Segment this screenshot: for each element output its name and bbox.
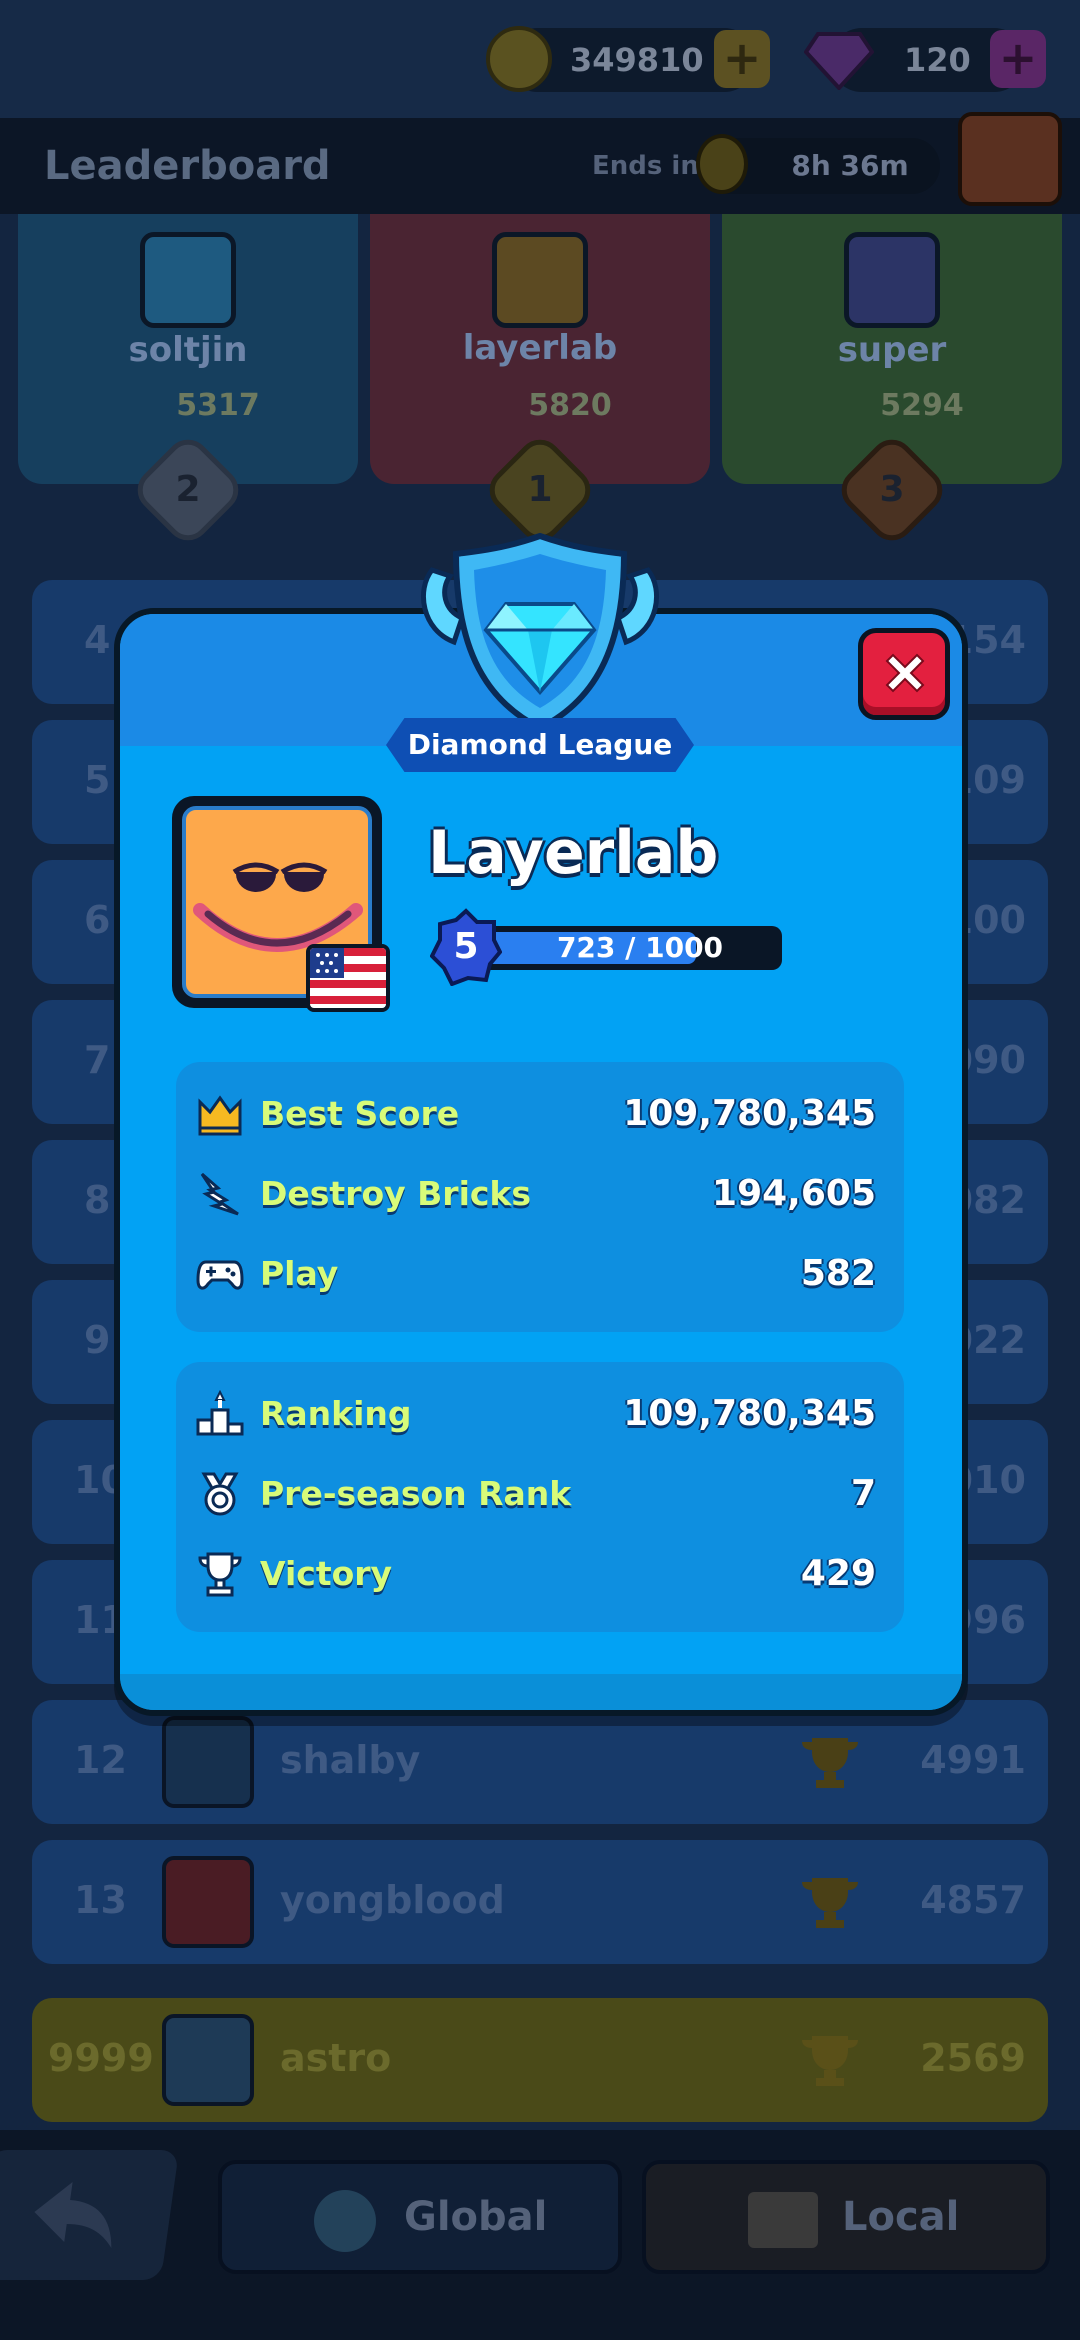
row-name: shalby xyxy=(280,1738,421,1782)
gem-icon xyxy=(803,30,875,91)
gem-amount: 120 xyxy=(904,41,971,79)
ends-in-label: Ends in xyxy=(592,151,699,181)
row-rank: 6 xyxy=(84,898,111,942)
player-level: 5 xyxy=(453,926,479,967)
close-button[interactable] xyxy=(858,628,950,720)
season-timer: 8h 36m xyxy=(791,149,909,182)
self-row[interactable]: 9999 astro 2569 xyxy=(32,1998,1048,2122)
gamepad-icon xyxy=(196,1260,244,1290)
coin-icon xyxy=(486,26,552,92)
stat-value: 7 xyxy=(850,1473,876,1514)
row-name: yongblood xyxy=(280,1878,505,1922)
stat-value: 194,605 xyxy=(712,1173,876,1214)
reward-chest-icon[interactable] xyxy=(958,112,1062,206)
trophy-icon xyxy=(802,1878,858,1928)
tab-label: Global xyxy=(404,2194,548,2240)
podium-icon xyxy=(196,1390,244,1436)
brick-break-icon xyxy=(200,1172,239,1216)
stat-label: Destroy Bricks xyxy=(260,1174,532,1213)
row-rank: 9 xyxy=(84,1318,111,1362)
back-arrow-icon xyxy=(34,2182,112,2248)
podium-score: 5294 xyxy=(880,388,964,423)
avatar xyxy=(162,2014,254,2106)
tab-local[interactable]: Local xyxy=(642,2160,1050,2274)
back-button[interactable] xyxy=(0,2150,180,2280)
stat-value: 582 xyxy=(800,1253,876,1294)
stat-label: Best Score xyxy=(260,1094,460,1133)
avatar xyxy=(140,232,236,328)
podium-name: layerlab xyxy=(462,328,618,368)
stat-row-pre-season-rank: Pre-season Rank 7 xyxy=(196,1464,876,1524)
avatar xyxy=(844,232,940,328)
row-rank: 9999 xyxy=(48,2036,154,2080)
stat-value: 109,780,345 xyxy=(623,1093,876,1134)
row-score: 4991 xyxy=(920,1738,1026,1782)
stat-row-destroy-bricks: Destroy Bricks 194,605 xyxy=(196,1164,876,1224)
row-rank: 5 xyxy=(84,758,111,802)
medal-icon xyxy=(201,1472,239,1516)
crown-icon xyxy=(198,1095,242,1136)
stopwatch-icon xyxy=(696,134,748,194)
stat-label: Play xyxy=(260,1254,339,1293)
avatar xyxy=(162,1716,254,1808)
row-score: 2569 xyxy=(920,2036,1026,2080)
row-rank: 8 xyxy=(84,1178,111,1222)
xp-text: 723 / 1000 xyxy=(556,931,724,964)
podium-icon xyxy=(748,2192,818,2248)
podium-score: 5317 xyxy=(176,388,260,423)
stat-value: 429 xyxy=(800,1553,876,1594)
player-name: Layerlab xyxy=(428,818,719,888)
diamond-league-emblem-icon xyxy=(410,530,670,740)
podium-name: super xyxy=(837,330,947,370)
rank-number: 2 xyxy=(175,469,201,510)
tab-label: Local xyxy=(842,2194,960,2240)
stat-label: Victory xyxy=(260,1554,393,1593)
table-row[interactable]: 12 shalby 4991 xyxy=(32,1700,1048,1824)
podium-score: 5820 xyxy=(528,388,612,423)
row-score: 4857 xyxy=(920,1878,1026,1922)
stat-row-ranking: Ranking 109,780,345 xyxy=(196,1384,876,1444)
row-rank: 13 xyxy=(74,1878,127,1922)
stat-row-play: Play 582 xyxy=(196,1244,876,1304)
us-flag-icon xyxy=(306,944,390,1012)
rank-number: 1 xyxy=(527,469,553,510)
avatar xyxy=(162,1856,254,1948)
close-icon xyxy=(885,653,925,693)
table-row[interactable]: 13 yongblood 4857 xyxy=(32,1840,1048,1964)
stat-label: Pre-season Rank xyxy=(260,1474,572,1513)
stat-row-victory: Victory 429 xyxy=(196,1544,876,1604)
row-rank: 12 xyxy=(74,1738,127,1782)
stat-label: Ranking xyxy=(260,1394,412,1433)
row-rank: 4 xyxy=(84,618,111,662)
rank-number: 3 xyxy=(879,469,905,510)
league-name: Diamond League xyxy=(407,728,673,761)
podium-name: soltjin xyxy=(128,330,248,370)
globe-icon xyxy=(314,2190,376,2252)
stat-value: 109,780,345 xyxy=(623,1393,876,1434)
tab-global[interactable]: Global xyxy=(218,2160,622,2274)
modal-bottom-edge xyxy=(120,1674,962,1710)
coin-amount: 349810 xyxy=(570,41,704,79)
add-coins-button[interactable]: + xyxy=(714,30,770,88)
stat-row-best-score: Best Score 109,780,345 xyxy=(196,1084,876,1144)
page-title: Leaderboard xyxy=(44,143,331,189)
avatar xyxy=(492,232,588,328)
add-gems-button[interactable]: + xyxy=(990,30,1046,88)
row-name: astro xyxy=(280,2036,392,2080)
row-rank: 7 xyxy=(84,1038,111,1082)
trophy-icon xyxy=(802,2036,858,2086)
trophy-icon xyxy=(198,1552,242,1597)
trophy-icon xyxy=(802,1738,858,1788)
